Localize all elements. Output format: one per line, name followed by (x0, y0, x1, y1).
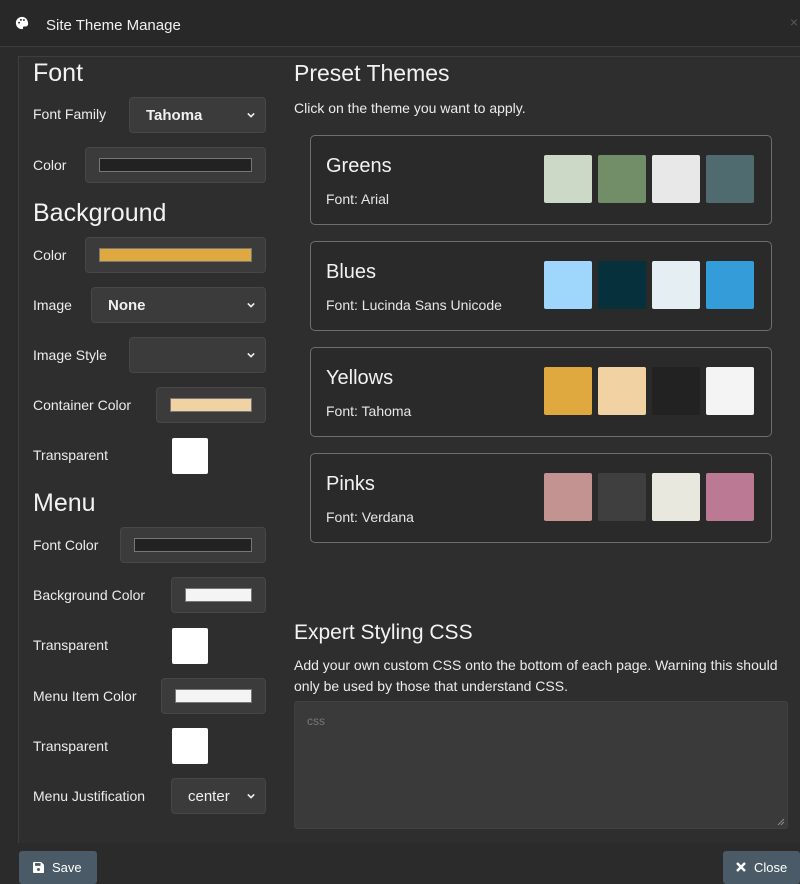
close-label: Close (754, 860, 788, 875)
theme-swatch (598, 155, 646, 203)
background-transparent-checkbox[interactable] (172, 438, 208, 474)
floppy-disk-icon (33, 862, 44, 873)
theme-swatch (652, 155, 700, 203)
modal-title: Site Theme Manage (46, 17, 181, 34)
menu-item-transparent-checkbox[interactable] (172, 728, 208, 764)
theme-name: Yellows (326, 367, 394, 389)
background-heading: Background (33, 199, 167, 227)
menu-justification-value: center (188, 788, 230, 805)
font-color-swatch (99, 158, 252, 172)
menu-item-color-label: Menu Item Color (33, 688, 137, 704)
image-style-label: Image Style (33, 347, 107, 363)
theme-name: Pinks (326, 473, 375, 495)
container-color-picker[interactable] (156, 387, 266, 423)
chevron-down-icon (247, 112, 255, 118)
theme-swatch (544, 155, 592, 203)
font-family-value: Tahoma (146, 107, 203, 124)
menu-font-color-swatch (134, 538, 252, 552)
image-style-select[interactable] (129, 337, 266, 373)
font-family-select[interactable]: Tahoma (129, 97, 266, 133)
menu-justification-select[interactable]: center (171, 778, 266, 814)
save-label: Save (52, 860, 82, 875)
theme-card-blues[interactable]: Blues Font: Lucinda Sans Unicode (310, 241, 772, 331)
font-color-picker[interactable] (85, 147, 266, 183)
header-close-button[interactable]: × (790, 14, 798, 30)
css-placeholder: css (307, 714, 325, 728)
menu-font-color-picker[interactable] (120, 527, 266, 563)
preset-themes-heading: Preset Themes (294, 60, 450, 86)
theme-name: Greens (326, 155, 392, 177)
theme-swatch (652, 367, 700, 415)
palette-icon (15, 16, 29, 30)
custom-css-textarea[interactable]: css (294, 701, 788, 829)
theme-font: Font: Arial (326, 191, 390, 207)
resize-grip-icon[interactable] (777, 818, 785, 826)
theme-swatch (706, 473, 754, 521)
theme-card-yellows[interactable]: Yellows Font: Tahoma (310, 347, 772, 437)
theme-swatch (598, 473, 646, 521)
container-color-label: Container Color (33, 397, 132, 413)
font-color-label: Color (33, 157, 67, 173)
container-color-swatch (170, 398, 252, 412)
background-color-swatch (99, 248, 252, 262)
background-transparent-label: Transparent (33, 447, 108, 463)
font-family-label: Font Family (33, 106, 107, 122)
expert-css-heading: Expert Styling CSS (294, 621, 473, 644)
menu-background-color-picker[interactable] (171, 577, 266, 613)
save-button[interactable]: Save (19, 851, 97, 884)
expert-css-description: Add your own custom CSS onto the bottom … (294, 657, 778, 694)
menu-justification-label: Menu Justification (33, 788, 146, 804)
chevron-down-icon (247, 352, 255, 358)
menu-heading: Menu (33, 489, 96, 517)
theme-swatch (706, 155, 754, 203)
theme-swatch (598, 367, 646, 415)
theme-font: Font: Lucinda Sans Unicode (326, 297, 502, 313)
menu-item-color-picker[interactable] (161, 678, 266, 714)
menu-background-transparent-checkbox[interactable] (172, 628, 208, 664)
menu-background-color-label: Background Color (33, 587, 146, 603)
chevron-down-icon (247, 793, 255, 799)
theme-swatch (706, 367, 754, 415)
preset-themes-instructions: Click on the theme you want to apply. (294, 100, 526, 116)
theme-swatch (598, 261, 646, 309)
background-image-value: None (108, 297, 146, 314)
chevron-down-icon (247, 302, 255, 308)
theme-swatch (706, 261, 754, 309)
theme-name: Blues (326, 261, 377, 283)
background-color-picker[interactable] (85, 237, 266, 273)
menu-font-color-label: Font Color (33, 537, 99, 553)
modal-header: Site Theme Manage × (0, 0, 800, 47)
menu-background-color-swatch (185, 588, 252, 602)
x-icon (736, 862, 746, 872)
menu-transparent-label-2: Transparent (33, 738, 108, 754)
theme-swatch (652, 261, 700, 309)
background-image-label: Image (33, 297, 72, 313)
background-color-label: Color (33, 247, 67, 263)
background-image-select[interactable]: None (91, 287, 266, 323)
theme-card-greens[interactable]: Greens Font: Arial (310, 135, 772, 225)
theme-card-pinks[interactable]: Pinks Font: Verdana (310, 453, 772, 543)
font-heading: Font (33, 59, 84, 87)
close-button[interactable]: Close (723, 851, 800, 884)
theme-font: Font: Tahoma (326, 403, 412, 419)
theme-font: Font: Verdana (326, 509, 414, 525)
menu-transparent-label-1: Transparent (33, 637, 108, 653)
theme-swatch (652, 473, 700, 521)
theme-swatch (544, 473, 592, 521)
theme-swatch (544, 367, 592, 415)
menu-item-color-swatch (175, 689, 252, 703)
theme-swatch (544, 261, 592, 309)
